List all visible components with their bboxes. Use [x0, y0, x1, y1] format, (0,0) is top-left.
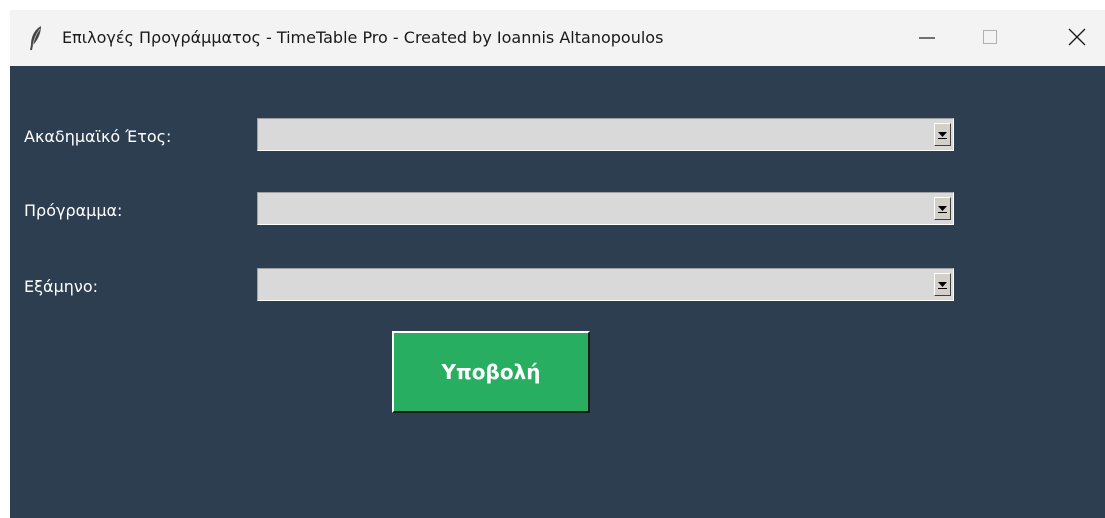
- chevron-down-icon: [938, 206, 947, 213]
- title-bar[interactable]: Επιλογές Προγράμματος - TimeTable Pro - …: [10, 10, 1105, 66]
- semester-dropdown-button[interactable]: [934, 273, 951, 296]
- semester-label: Εξάμηνο:: [24, 277, 99, 296]
- minimize-icon: [919, 37, 935, 39]
- semester-select[interactable]: [257, 268, 954, 301]
- close-icon: [1068, 28, 1086, 46]
- form-panel: Ακαδημαϊκό Έτος: Πρόγραμμα: Εξάμηνο: Υπο…: [10, 66, 1105, 518]
- program-label: Πρόγραμμα:: [24, 201, 123, 220]
- feather-icon: [28, 25, 44, 51]
- academic-year-select[interactable]: [257, 118, 954, 151]
- program-select[interactable]: [257, 192, 954, 225]
- chevron-down-icon: [938, 132, 947, 139]
- academic-year-dropdown-button[interactable]: [934, 123, 951, 146]
- academic-year-label: Ακαδημαϊκό Έτος:: [24, 127, 172, 146]
- maximize-icon: [983, 30, 997, 44]
- close-button[interactable]: [1045, 10, 1105, 66]
- window-title: Επιλογές Προγράμματος - TimeTable Pro - …: [62, 28, 664, 47]
- minimize-button[interactable]: [895, 10, 955, 66]
- maximize-button[interactable]: [958, 10, 1018, 66]
- chevron-down-icon: [938, 282, 947, 289]
- program-dropdown-button[interactable]: [934, 197, 951, 220]
- app-window: Επιλογές Προγράμματος - TimeTable Pro - …: [10, 10, 1105, 518]
- submit-button[interactable]: Υποβολή: [392, 331, 590, 413]
